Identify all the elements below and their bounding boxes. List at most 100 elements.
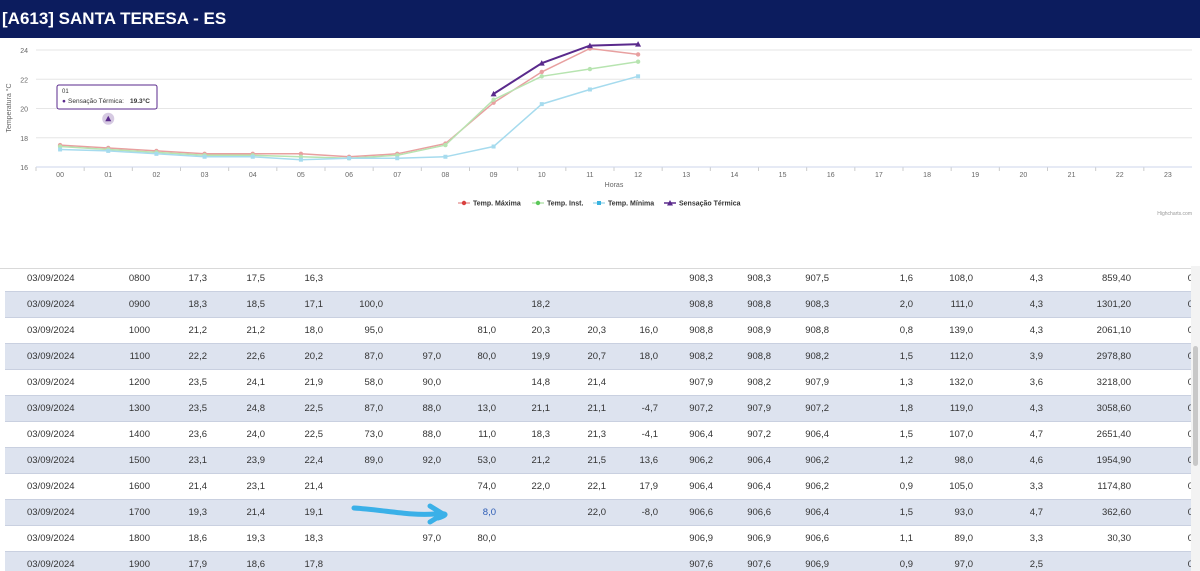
temperature-chart-svg: 16 18 20 22 24 00 01 02 03 04 05 06 07 08 09 10 11 12 13 14… — [5, 41, 1192, 217]
table-cell: 4,3 — [973, 395, 1043, 422]
table-cell: 16,0 — [606, 317, 658, 344]
table-cell: 0,0 — [1131, 343, 1191, 370]
table-cell: -8,0 — [606, 499, 658, 526]
table-cell: 88,0 — [383, 395, 441, 422]
table-cell — [323, 266, 383, 292]
table-cell: 2,0 — [829, 291, 913, 318]
table-cell: 21,2 — [496, 447, 550, 474]
table-cell: 87,0 — [323, 343, 383, 370]
table-cell: 1400 — [95, 421, 150, 448]
table-cell — [441, 266, 496, 292]
table-cell: 1,1 — [829, 525, 913, 552]
table-cell: 906,6 — [658, 499, 713, 526]
table-cell: 21,4 — [550, 369, 606, 396]
table-cell: 03/09/2024 — [5, 343, 95, 370]
table-cell: 87,0 — [323, 395, 383, 422]
table-cell: 908,8 — [658, 317, 713, 344]
table-cell: 14,8 — [496, 369, 550, 396]
table-cell: 95,0 — [323, 317, 383, 344]
table-cell: 107,0 — [913, 421, 973, 448]
x-tick-label: 21 — [1068, 172, 1076, 179]
table-cell: 22,2 — [150, 343, 207, 370]
table-cell: 111,0 — [913, 291, 973, 318]
x-tick-label: 00 — [56, 172, 64, 179]
table-cell: 1800 — [95, 525, 150, 552]
data-point — [58, 147, 63, 152]
hover-halo — [102, 112, 115, 125]
table-cell: 81,0 — [441, 317, 496, 344]
table-cell: 22,1 — [550, 473, 606, 500]
data-point — [106, 148, 111, 153]
table-cell: 23,6 — [150, 421, 207, 448]
x-tick-label: 03 — [201, 172, 209, 179]
data-point — [395, 156, 400, 161]
data-point — [539, 102, 544, 107]
table-cell: 0,0 — [1131, 395, 1191, 422]
table-cell: 908,2 — [771, 343, 829, 370]
table-cell — [606, 551, 658, 571]
table-cell: 17,9 — [150, 551, 207, 571]
table-cell: 18,3 — [265, 525, 323, 552]
x-tick-label: 06 — [345, 172, 353, 179]
table-cell: 907,9 — [658, 369, 713, 396]
table-cell: 23,5 — [150, 369, 207, 396]
table-cell: 1,5 — [829, 421, 913, 448]
tooltip-box — [56, 84, 158, 110]
table-cell: 907,5 — [771, 266, 829, 292]
table-cell — [441, 551, 496, 571]
scrollbar-thumb[interactable] — [1193, 346, 1198, 466]
data-point — [491, 97, 496, 102]
table-cell: 93,0 — [913, 499, 973, 526]
legend-label: Temp. Máxima — [473, 201, 521, 208]
table-cell: 1,3 — [829, 369, 913, 396]
table-cell: 907,6 — [713, 551, 771, 571]
table-cell: 30,30 — [1043, 525, 1131, 552]
table-cell — [383, 551, 441, 571]
legend-marker — [535, 200, 541, 206]
table-cell: 97,0 — [383, 343, 441, 370]
table-cell: 908,8 — [713, 343, 771, 370]
table-cell: 24,8 — [207, 395, 265, 422]
table-cell: 907,6 — [658, 551, 713, 571]
table-row: 03/09/2024 1700 19,3 21,4 19,1 8,0 22,0 -8,0 906… — [5, 499, 1191, 526]
table-cell: 21,2 — [150, 317, 207, 344]
table-cell: 139,0 — [913, 317, 973, 344]
table-cell: 907,9 — [771, 369, 829, 396]
table-cell: 112,0 — [913, 343, 973, 370]
table-cell: 119,0 — [913, 395, 973, 422]
table-cell: 21,3 — [550, 421, 606, 448]
table-cell: 4,3 — [973, 266, 1043, 292]
x-tick-label: 19 — [971, 172, 979, 179]
data-point — [539, 69, 544, 75]
table-cell: 73,0 — [323, 421, 383, 448]
tooltip-bullet: ● — [62, 98, 66, 105]
table-cell: 0,0 — [1131, 291, 1191, 318]
table-cell: 0,0 — [1131, 499, 1191, 526]
x-tick-label: 18 — [923, 172, 931, 179]
table-cell: 3,3 — [973, 473, 1043, 500]
table-cell: 18,3 — [496, 421, 550, 448]
table-cell: 0,9 — [829, 551, 913, 571]
table-cell: 4,7 — [973, 421, 1043, 448]
table-cell: 0,0 — [1131, 317, 1191, 344]
table-cell: 1000 — [95, 317, 150, 344]
table-cell: 0900 — [95, 291, 150, 318]
table-cell: 18,5 — [207, 291, 265, 318]
table-scrollbar[interactable] — [1191, 266, 1200, 571]
y-tick-label: 20 — [20, 107, 28, 114]
table-cell: 906,9 — [658, 525, 713, 552]
table-cell: 16,3 — [265, 266, 323, 292]
table-row: 03/09/2024 1100 22,2 22,6 20,2 87,0 97,0 80,0 19… — [5, 343, 1191, 370]
table-row: 03/09/2024 1900 17,9 18,6 17,8 907,6 907,6 906,… — [5, 551, 1191, 571]
table-cell: 20,7 — [550, 343, 606, 370]
table-cell: 0,0 — [1131, 266, 1191, 292]
table-cell: 18,0 — [606, 343, 658, 370]
table-cell: 1,8 — [829, 395, 913, 422]
table-cell: 21,2 — [207, 317, 265, 344]
table-cell: 89,0 — [913, 525, 973, 552]
x-tick-label: 04 — [249, 172, 257, 179]
table-cell: 18,2 — [496, 291, 550, 318]
y-tick-label: 16 — [20, 165, 28, 172]
table-cell: 03/09/2024 — [5, 369, 95, 396]
table-cell: 19,3 — [207, 525, 265, 552]
